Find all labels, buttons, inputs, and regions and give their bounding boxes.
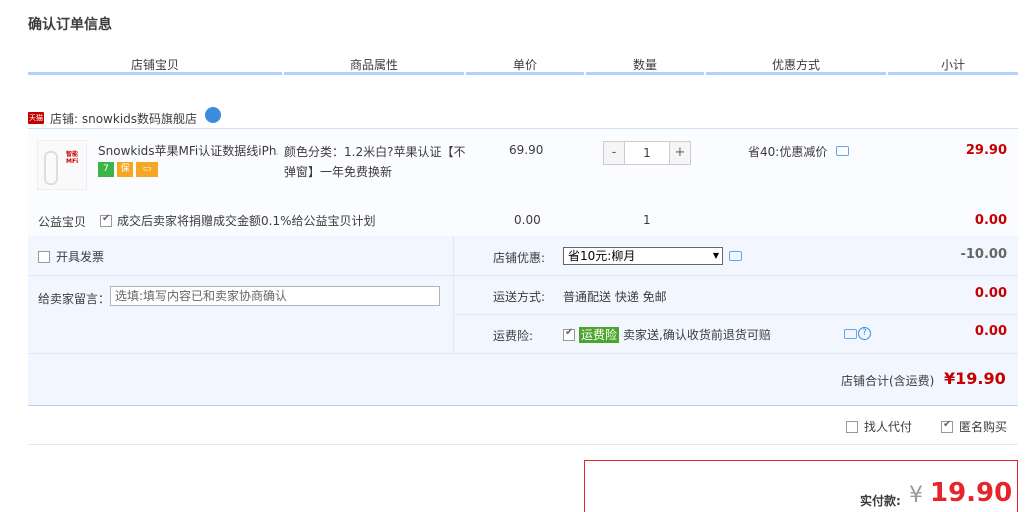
divider	[28, 353, 1018, 354]
tmall-icon: 天猫	[28, 112, 44, 124]
shop-discount-select[interactable]: 省10元:柳月 ▼	[563, 247, 723, 265]
credit-card-icon[interactable]: ▭	[136, 162, 158, 177]
product-thumbnail[interactable]: 智能 MFi	[37, 140, 87, 190]
page-title: 确认订单信息	[28, 17, 112, 33]
help-icon[interactable]: ?	[858, 327, 871, 340]
discount-info-icon[interactable]	[729, 251, 742, 261]
divider	[28, 275, 453, 276]
insurance-amount: 0.00	[974, 324, 1007, 339]
seller-message-input[interactable]: 选填:填写内容已和卖家协商确认	[110, 286, 440, 306]
unit-price: 69.90	[509, 143, 544, 157]
charity-label: 公益宝贝	[38, 215, 87, 229]
header-unit-price: 单价	[512, 58, 537, 72]
charity-checkbox	[100, 213, 112, 227]
shipping-amount: 0.00	[974, 286, 1007, 301]
header-underline	[586, 72, 704, 75]
currency-symbol: ¥	[909, 483, 923, 508]
shipping-label: 运送方式:	[493, 290, 546, 304]
service-icons: 7 保 ▭	[98, 162, 158, 177]
header-underline	[284, 72, 464, 75]
header-underline	[28, 72, 282, 75]
invoice-option[interactable]: 开具发票	[38, 248, 104, 265]
shop-row: 天猫 店铺: snowkids数码旗舰店	[28, 107, 222, 128]
shop-discount-label: 店铺优惠:	[493, 251, 546, 265]
promotion-label: 省40:优惠减价	[748, 145, 828, 159]
header-quantity: 数量	[632, 58, 657, 72]
header-underline	[888, 72, 1018, 75]
promotion-text: 省40:优惠减价	[748, 143, 850, 160]
quantity-input[interactable]: 1	[625, 141, 669, 165]
quantity-decrease-button[interactable]: -	[603, 141, 625, 165]
shipping-method: 普通配送 快递 免邮	[563, 290, 667, 304]
insurance-checkbox	[563, 327, 575, 341]
divider	[453, 275, 1018, 276]
pay-by-others-option[interactable]: 找人代付	[846, 418, 912, 435]
charity-text: 成交后卖家将捐赠成交金额0.1%给公益宝贝计划	[117, 214, 376, 228]
product-property: 颜色分类：1.2米白?苹果认证【不弹窗】一年免费换新	[284, 145, 466, 179]
header-shop-item: 店铺宝贝	[130, 58, 179, 72]
thumbnail-logo-text: 智能 MFi	[66, 151, 79, 165]
header-properties: 商品属性	[349, 58, 398, 72]
anonymous-checkbox[interactable]	[941, 419, 953, 433]
guarantee-icon[interactable]: 保	[117, 162, 133, 177]
charity-subtotal: 0.00	[974, 213, 1007, 228]
header-underline	[706, 72, 886, 75]
header-underline	[466, 72, 584, 75]
divider	[453, 236, 454, 354]
insurance-chat-icon[interactable]	[844, 329, 857, 339]
product-title-link[interactable]: Snowkids苹果MFi认证数据线iPh...	[98, 142, 278, 159]
invoice-label: 开具发票	[56, 250, 105, 264]
divider	[453, 314, 1018, 315]
seven-day-return-icon[interactable]: 7	[98, 162, 114, 177]
anonymous-purchase-option[interactable]: 匿名购买	[941, 418, 1007, 435]
anonymous-label: 匿名购买	[959, 420, 1008, 434]
divider	[28, 444, 1018, 445]
header-subtotal: 小计	[940, 58, 965, 72]
wangwang-chat-icon[interactable]	[205, 107, 222, 123]
insurance-desc: 卖家送,确认收货前退货可赔	[623, 328, 771, 342]
header-discount: 优惠方式	[771, 58, 820, 72]
item-subtotal: 29.90	[965, 143, 1007, 158]
shipping-insurance: 运费险 卖家送,确认收货前退货可赔	[563, 326, 771, 343]
message-label: 给卖家留言：	[38, 292, 111, 306]
shop-discount-amount: -10.00	[960, 247, 1007, 262]
shop-total-value: ¥19.90	[944, 369, 1006, 388]
payment-total: 19.90	[930, 478, 1013, 508]
shop-discount-value: 省10元:柳月	[568, 249, 636, 263]
charity-description: 成交后卖家将捐赠成交金额0.1%给公益宝贝计划	[100, 212, 376, 229]
insurance-tag: 运费险	[579, 326, 620, 343]
dropdown-arrow-icon: ▼	[712, 251, 719, 260]
pay-by-others-label: 找人代付	[864, 420, 913, 434]
insurance-label: 运费险:	[493, 329, 534, 343]
promotion-info-icon[interactable]	[836, 146, 850, 156]
charity-quantity: 1	[643, 213, 651, 227]
invoice-checkbox[interactable]	[38, 250, 50, 263]
quantity-stepper: - 1 +	[603, 141, 691, 165]
shop-total-label: 店铺合计(含运费)	[841, 374, 935, 388]
payment-label: 实付款:	[860, 494, 901, 508]
charity-price: 0.00	[514, 213, 541, 227]
quantity-increase-button[interactable]: +	[669, 141, 691, 165]
pay-by-others-checkbox[interactable]	[846, 420, 858, 433]
shop-name-link[interactable]: 店铺: snowkids数码旗舰店	[50, 110, 197, 127]
